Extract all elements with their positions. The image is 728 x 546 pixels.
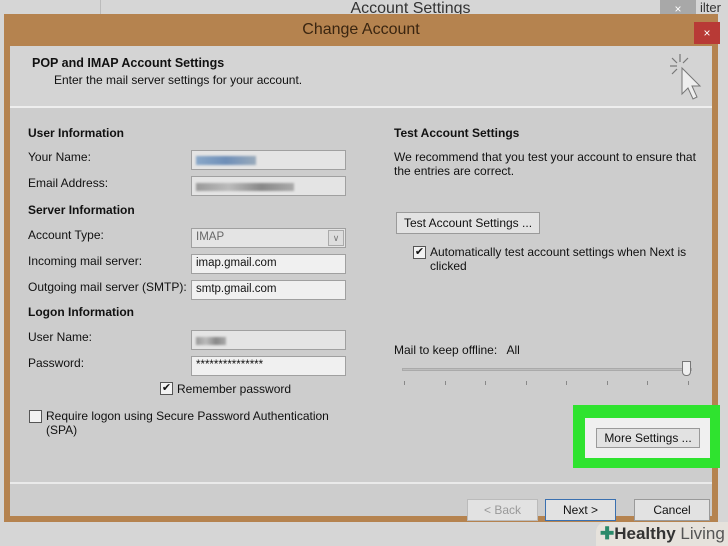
auto-test-label: Automatically test account settings when… [430,245,687,273]
next-button[interactable]: Next > [545,499,616,521]
username-label: User Name: [28,330,93,344]
outgoing-label: Outgoing mail server (SMTP): [28,280,187,294]
watermark-brand: Healthy [614,524,676,543]
offline-label: Mail to keep offline: All [394,343,520,357]
slider-tick [404,381,405,385]
offline-slider-track[interactable] [402,368,692,371]
header-subtitle: Enter the mail server settings for your … [54,73,303,87]
outgoing-server-input[interactable]: smtp.gmail.com [191,280,346,300]
slider-tick [444,381,446,385]
server-info-heading: Server Information [28,203,135,217]
back-button[interactable]: < Back [467,499,538,521]
account-type-value: IMAP [196,231,225,243]
plus-icon: ✚ [600,524,615,543]
account-type-label: Account Type: [28,228,104,242]
logon-info-heading: Logon Information [28,305,134,319]
more-settings-button[interactable]: More Settings ... [596,428,700,448]
test-account-settings-button[interactable]: Test Account Settings ... [396,212,540,234]
offline-slider-thumb[interactable] [682,361,691,376]
slider-tick [606,381,608,385]
remember-password-checkbox[interactable]: ✔ [160,382,173,395]
offline-value: All [506,343,520,357]
header-title: POP and IMAP Account Settings [32,56,225,70]
watermark-logo: ✚Healthy Living [596,522,728,546]
dialog-header: POP and IMAP Account Settings Enter the … [10,46,712,108]
email-input[interactable] [191,176,346,196]
dialog-title: Change Account [302,21,420,38]
cancel-button[interactable]: Cancel [634,499,710,521]
slider-tick [647,381,648,385]
watermark-brand-2: Living [675,524,725,543]
offline-label-text: Mail to keep offline: [394,343,498,357]
username-input[interactable] [191,330,346,350]
cursor-sparkle-icon [670,54,702,100]
auto-test-checkbox[interactable]: ✔ [413,246,426,259]
test-settings-heading: Test Account Settings [394,126,520,140]
your-name-label: Your Name: [28,150,91,164]
background-filter-text: ilter [700,0,721,15]
footer-divider [10,482,712,484]
spa-label: Require logon using Secure Password Auth… [46,409,329,437]
slider-tick [566,381,567,385]
slider-tick [485,381,486,385]
slider-tick [687,381,689,385]
password-label: Password: [28,356,85,370]
account-type-select[interactable]: IMAP ∨ [191,228,346,248]
spa-checkbox[interactable] [29,410,42,423]
user-info-heading: User Information [28,126,125,140]
slider-tick [525,381,527,385]
slider-ticks [402,381,692,385]
dialog-close-button[interactable]: × [694,22,720,44]
incoming-label: Incoming mail server: [28,254,143,268]
password-input[interactable]: *************** [191,356,346,376]
your-name-input[interactable] [191,150,346,170]
remember-password-label: Remember password [177,382,292,396]
incoming-server-input[interactable]: imap.gmail.com [191,254,346,274]
chevron-down-icon: ∨ [328,230,344,246]
email-label: Email Address: [28,176,109,190]
test-settings-description: We recommend that you test your account … [394,150,696,178]
